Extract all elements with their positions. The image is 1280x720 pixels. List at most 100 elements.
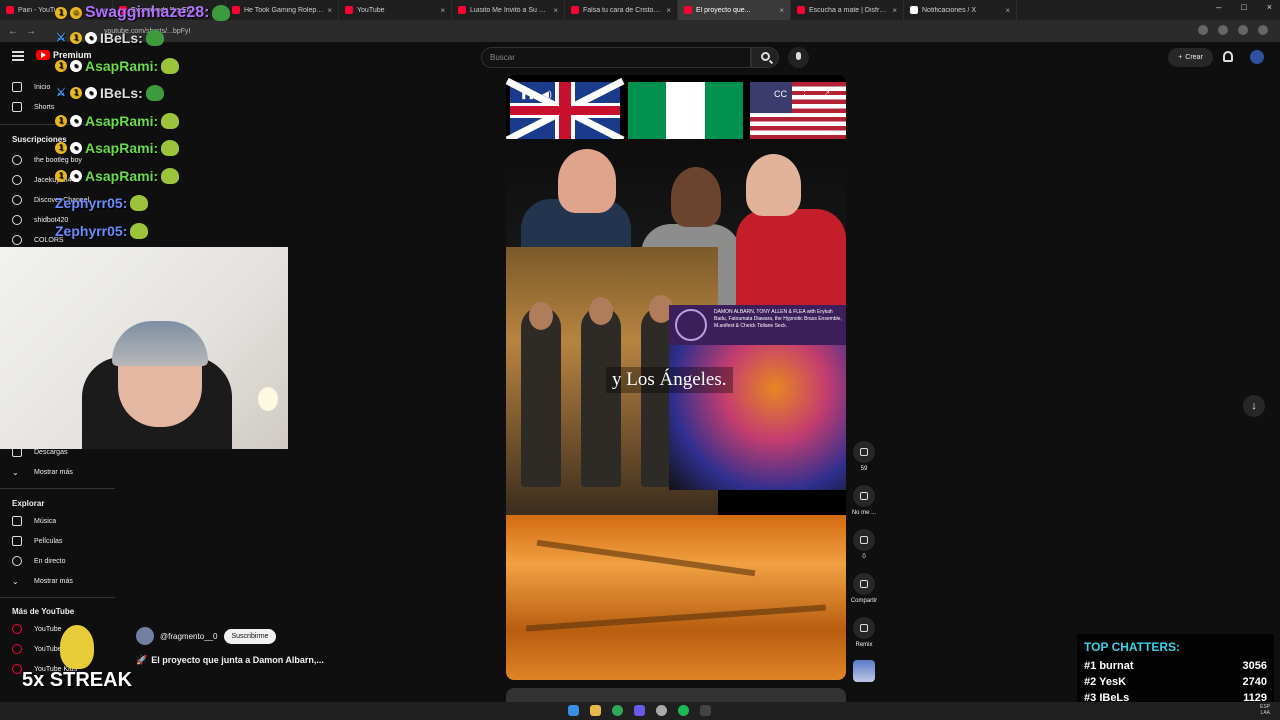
menu-icon[interactable] bbox=[12, 51, 24, 61]
browser-tab-active[interactable]: El proyecto que... × bbox=[678, 0, 791, 20]
dislike-label: No me ... bbox=[851, 510, 877, 516]
search-button[interactable] bbox=[751, 47, 779, 68]
sidebar-item-show-more[interactable]: ⌄ Mostrar más bbox=[0, 571, 115, 591]
sidebar-item-en-directo[interactable]: En directo bbox=[0, 551, 115, 571]
extension-icon[interactable] bbox=[1198, 25, 1208, 35]
like-count: 59 bbox=[860, 466, 868, 472]
emote-icon bbox=[130, 195, 149, 211]
chrome-icon[interactable] bbox=[612, 705, 623, 716]
maximize-icon[interactable]: □ bbox=[1241, 2, 1246, 12]
discord-icon[interactable] bbox=[634, 705, 645, 716]
minimize-icon[interactable]: – bbox=[1216, 2, 1221, 12]
chat-username: Swagginhaze28: bbox=[85, 4, 210, 21]
sub-badge-icon: 1 bbox=[55, 170, 67, 182]
captions-icon[interactable]: CC bbox=[774, 89, 787, 99]
comments-button[interactable]: 0 bbox=[852, 529, 876, 560]
remix-button[interactable]: Remix bbox=[852, 617, 876, 648]
next-short-preview[interactable] bbox=[506, 688, 846, 702]
avatar[interactable] bbox=[1250, 50, 1264, 64]
plus-icon: + bbox=[1178, 54, 1183, 61]
share-button[interactable]: Compartir bbox=[846, 573, 882, 604]
close-tab-icon[interactable]: × bbox=[327, 6, 332, 15]
more-options-icon[interactable]: ⋮ bbox=[800, 89, 809, 100]
sound-thumbnail[interactable] bbox=[853, 660, 875, 682]
browser-tab[interactable]: Escucha a mate | Disfruta de...× bbox=[791, 0, 904, 20]
forward-icon[interactable]: → bbox=[26, 26, 36, 37]
browser-tab[interactable]: YouTube × bbox=[339, 0, 452, 20]
emote-icon bbox=[161, 168, 180, 184]
sub-badge-icon: 1 bbox=[55, 115, 67, 127]
shorts-video-player[interactable]: ❚❚ ◀) CC ⋮ ⤢ DAMON ALBARN, TONY ALLEN & … bbox=[506, 75, 846, 680]
profile-icon[interactable] bbox=[1258, 25, 1268, 35]
more-from-youtube-heading: Más de YouTube bbox=[12, 607, 75, 616]
browser-tab[interactable]: Falsa tu cara de Cristo pero s...× bbox=[565, 0, 678, 20]
scene-detail bbox=[536, 539, 756, 577]
chat-username: AsapRami: bbox=[85, 113, 159, 129]
browser-tab[interactable]: He Took Gaming Roleplay Too...× bbox=[226, 0, 339, 20]
back-icon[interactable]: ← bbox=[8, 26, 18, 37]
channel-info: @fragmento__0 Suscribirme bbox=[136, 627, 277, 645]
close-tab-icon[interactable]: × bbox=[892, 6, 897, 15]
extension-icon[interactable] bbox=[1238, 25, 1248, 35]
streamer-webcam bbox=[0, 247, 288, 449]
browser-tab[interactable]: Luisito Me Invitó a Su Nuevo...× bbox=[452, 0, 565, 20]
sub-badge-icon: 1 bbox=[70, 87, 82, 99]
pepe-emote-icon bbox=[145, 85, 164, 101]
next-short-arrow-icon[interactable]: ↓ bbox=[1243, 395, 1265, 417]
youtube-favicon-icon bbox=[797, 6, 805, 14]
figure bbox=[581, 307, 621, 487]
chat-message: ⚔ 1 ● IBeLs: bbox=[55, 82, 164, 104]
subscribe-button[interactable]: Suscribirme bbox=[223, 628, 277, 644]
comment-icon bbox=[860, 536, 868, 544]
youtube-favicon-icon bbox=[345, 6, 353, 14]
sidebar-item-show-more[interactable]: ⌄ Mostrar más bbox=[0, 462, 115, 482]
search-input[interactable]: Buscar bbox=[481, 47, 751, 68]
windows-start-icon[interactable] bbox=[568, 705, 579, 716]
close-tab-icon[interactable]: × bbox=[666, 6, 671, 15]
close-tab-icon[interactable]: × bbox=[779, 6, 784, 15]
volume-icon[interactable]: ◀) bbox=[542, 89, 552, 100]
system-tray[interactable]: ESP LAA bbox=[1260, 704, 1270, 716]
remix-icon bbox=[860, 624, 868, 632]
sub-badge-icon: 1 bbox=[55, 60, 67, 72]
create-button[interactable]: + Crear bbox=[1168, 48, 1213, 67]
extension-icon[interactable] bbox=[1218, 25, 1228, 35]
pause-icon[interactable]: ❚❚ bbox=[520, 89, 535, 100]
close-tab-icon[interactable]: × bbox=[440, 6, 445, 15]
app-icon[interactable] bbox=[700, 705, 711, 716]
dislike-button[interactable]: No me ... bbox=[849, 485, 879, 516]
obs-icon[interactable] bbox=[656, 705, 667, 716]
sidebar-item-label: Descargas bbox=[34, 448, 68, 456]
youtube-favicon-icon bbox=[232, 6, 240, 14]
channel-avatar[interactable] bbox=[136, 627, 154, 645]
sidebar-item-label: Películas bbox=[34, 537, 63, 545]
close-tab-icon[interactable]: × bbox=[1005, 6, 1010, 15]
notifications-icon[interactable] bbox=[1223, 51, 1233, 62]
file-explorer-icon[interactable] bbox=[590, 705, 601, 716]
close-window-icon[interactable]: × bbox=[1267, 2, 1272, 12]
badge-icon: ● bbox=[70, 170, 82, 182]
video-title[interactable]: 🚀 El proyecto que junta a Damon Albarn,.… bbox=[136, 655, 324, 666]
close-tab-icon[interactable]: × bbox=[553, 6, 558, 15]
thumbs-down-icon bbox=[860, 492, 868, 500]
sidebar-item-musica[interactable]: Música bbox=[0, 511, 115, 531]
album-cover: DAMON ALBARN, TONY ALLEN & FLEA with Ery… bbox=[669, 305, 846, 490]
top-chatters-title: TOP CHATTERS: bbox=[1084, 640, 1181, 654]
browser-tab[interactable]: Notificaciones / X × bbox=[904, 0, 1017, 20]
badge-icon: ● bbox=[85, 32, 97, 44]
channel-name[interactable]: @fragmento__0 bbox=[160, 632, 218, 641]
top-chatter-row: #1 burnat 3056 bbox=[1084, 658, 1267, 674]
windows-taskbar: ESP LAA bbox=[0, 702, 1280, 720]
sidebar-item-peliculas[interactable]: Películas bbox=[0, 531, 115, 551]
sidebar-item-youtube-music[interactable]: YouTube bbox=[0, 639, 115, 659]
spotify-icon[interactable] bbox=[678, 705, 689, 716]
sidebar-item-youtube-premium[interactable]: YouTube bbox=[0, 619, 115, 639]
figure-head bbox=[529, 302, 553, 330]
chat-message: ⚔ 1 ● IBeLs: bbox=[55, 27, 164, 49]
sidebar-item-label: YouTube bbox=[34, 625, 62, 633]
youtube-kids-icon bbox=[12, 664, 22, 674]
thumbs-up-icon bbox=[860, 448, 868, 456]
like-button[interactable]: 59 bbox=[852, 441, 876, 472]
voice-search-icon[interactable] bbox=[788, 47, 809, 68]
fullscreen-icon[interactable]: ⤢ bbox=[822, 89, 829, 100]
